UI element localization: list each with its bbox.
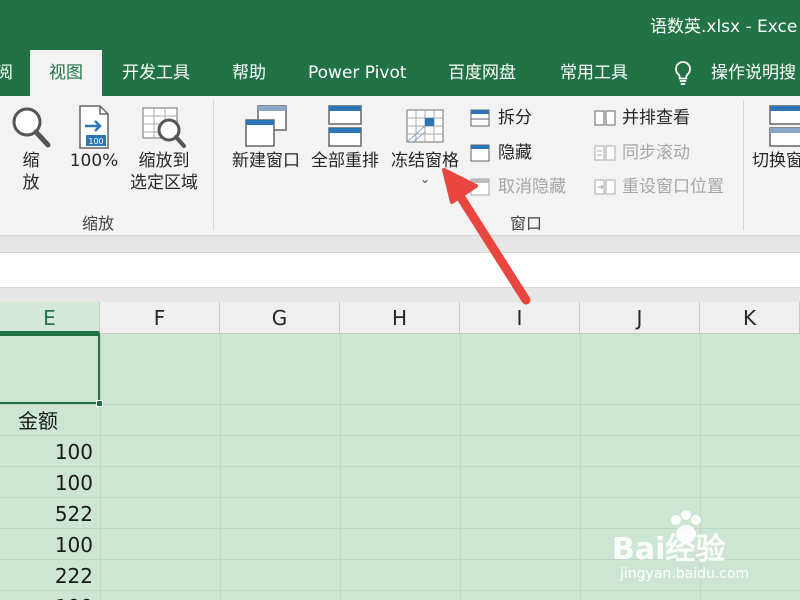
grid-line — [580, 334, 581, 600]
cell-e-value[interactable]: 100 — [0, 592, 99, 600]
zoom-selection-icon — [142, 107, 186, 148]
zoom-label-line1: 缩 — [22, 151, 40, 171]
fill-handle[interactable] — [96, 400, 103, 407]
ribbon: 缩 放 100 100% 缩放到 选定区域 缩放 新建窗口 全部重排 冻结窗格 … — [0, 96, 800, 236]
cell-e-value[interactable]: 100 — [0, 530, 99, 560]
formula-bar[interactable] — [0, 252, 800, 288]
new-window-button[interactable]: 新建窗口 — [228, 104, 304, 172]
lightbulb-icon — [675, 61, 691, 85]
column-header-i[interactable]: I — [460, 302, 580, 334]
grid-line — [100, 334, 101, 600]
synchronous-scrolling-label: 同步滚动 — [622, 143, 690, 163]
freeze-panes-label: 冻结窗格 — [391, 151, 459, 171]
zoom-button[interactable]: 缩 放 — [8, 104, 54, 194]
view-side-by-side-label: 并排查看 — [622, 108, 690, 128]
grid-line — [0, 404, 800, 405]
tab-developer[interactable]: 开发工具 — [122, 50, 190, 96]
column-header-g[interactable]: G — [220, 302, 340, 334]
window-group-label: 窗口 — [510, 214, 543, 233]
split-label: 拆分 — [498, 108, 532, 128]
zoom-selection-label-line2: 选定区域 — [130, 173, 198, 193]
watermark-brand: Bai经验 — [612, 532, 726, 567]
window-title: 语数英.xlsx - Exce — [650, 17, 798, 37]
tab-review[interactable]: 阅 — [0, 50, 22, 96]
arrange-all-label: 全部重排 — [311, 151, 379, 171]
watermark-url: jingyan.baidu.com — [620, 566, 750, 582]
baidu-jingyan-watermark: Bai经验 jingyan.baidu.com — [612, 510, 792, 590]
switch-windows-button[interactable]: 切换窗 — [752, 104, 800, 172]
group-separator — [743, 100, 744, 230]
unhide-label: 取消隐藏 — [498, 177, 566, 197]
unhide-window-icon — [470, 178, 490, 196]
grid-line — [340, 334, 341, 600]
cell-e-value[interactable]: 222 — [0, 561, 99, 591]
grid-line — [0, 497, 800, 498]
title-bar: 语数英.xlsx - Exce — [0, 0, 800, 50]
zoom-label-line2: 放 — [22, 173, 40, 193]
formula-bar-gap — [0, 288, 800, 302]
reset-window-position-label: 重设窗口位置 — [622, 177, 724, 197]
group-separator — [213, 100, 214, 230]
freeze-panes-icon — [406, 109, 444, 143]
cell-e-value[interactable]: 522 — [0, 499, 99, 529]
cell-e-value[interactable]: 100 — [0, 437, 99, 467]
grid-line — [0, 466, 800, 467]
zoom-100-label: 100% — [69, 151, 119, 171]
freeze-panes-button[interactable]: 冻结窗格 ⌄ — [386, 104, 464, 186]
hide-label: 隐藏 — [498, 143, 532, 163]
split-icon — [470, 109, 490, 127]
tab-help[interactable]: 帮助 — [232, 50, 266, 96]
grid-line — [220, 334, 221, 600]
column-header-h[interactable]: H — [340, 302, 460, 334]
tab-common-tools[interactable]: 常用工具 — [560, 50, 628, 96]
column-header-j[interactable]: J — [580, 302, 700, 334]
tell-me-search[interactable]: 操作说明搜 — [711, 50, 796, 96]
zoom-selection-label-line1: 缩放到 — [138, 151, 190, 171]
arrange-all-button[interactable]: 全部重排 — [306, 104, 384, 172]
sync-scroll-icon — [594, 145, 616, 161]
hide-window-icon — [470, 144, 490, 162]
grid-line — [0, 435, 800, 436]
reset-position-icon — [594, 179, 616, 195]
tab-view[interactable]: 视图 — [30, 50, 102, 96]
cell-e-amount-header[interactable]: 金额 — [0, 406, 99, 436]
tab-baidu-netdisk[interactable]: 百度网盘 — [448, 50, 516, 96]
arrange-all-icon — [328, 105, 362, 147]
column-header-k[interactable]: K — [700, 302, 800, 334]
zoom-100-icon-text: 100 — [88, 137, 103, 146]
side-by-side-icon — [594, 110, 616, 126]
zoom-100-icon: 100 — [79, 105, 109, 149]
ribbon-bottom-strip — [0, 236, 800, 252]
switch-windows-icon — [769, 105, 800, 147]
column-headers: E F G H I J K — [0, 302, 800, 334]
magnifier-icon — [12, 107, 51, 148]
zoom-100-button[interactable]: 100 100% — [64, 104, 124, 172]
cell-e-value[interactable]: 100 — [0, 468, 99, 498]
switch-windows-label: 切换窗 — [752, 151, 800, 171]
freeze-panes-dropdown-chevron-icon[interactable]: ⌄ — [386, 172, 464, 186]
grid-line — [0, 590, 800, 591]
new-window-label: 新建窗口 — [232, 151, 300, 171]
grid-line — [460, 334, 461, 600]
column-header-e[interactable]: E — [0, 302, 100, 334]
zoom-to-selection-button[interactable]: 缩放到 选定区域 — [124, 104, 204, 194]
zoom-group-label: 缩放 — [82, 214, 115, 233]
selected-cell-border — [0, 334, 100, 404]
new-window-icon — [245, 105, 287, 147]
column-header-f[interactable]: F — [100, 302, 220, 334]
ribbon-tab-bar: 阅 视图 开发工具 帮助 Power Pivot 百度网盘 常用工具 操作说明搜 — [0, 50, 800, 96]
tab-power-pivot[interactable]: Power Pivot — [308, 50, 407, 96]
